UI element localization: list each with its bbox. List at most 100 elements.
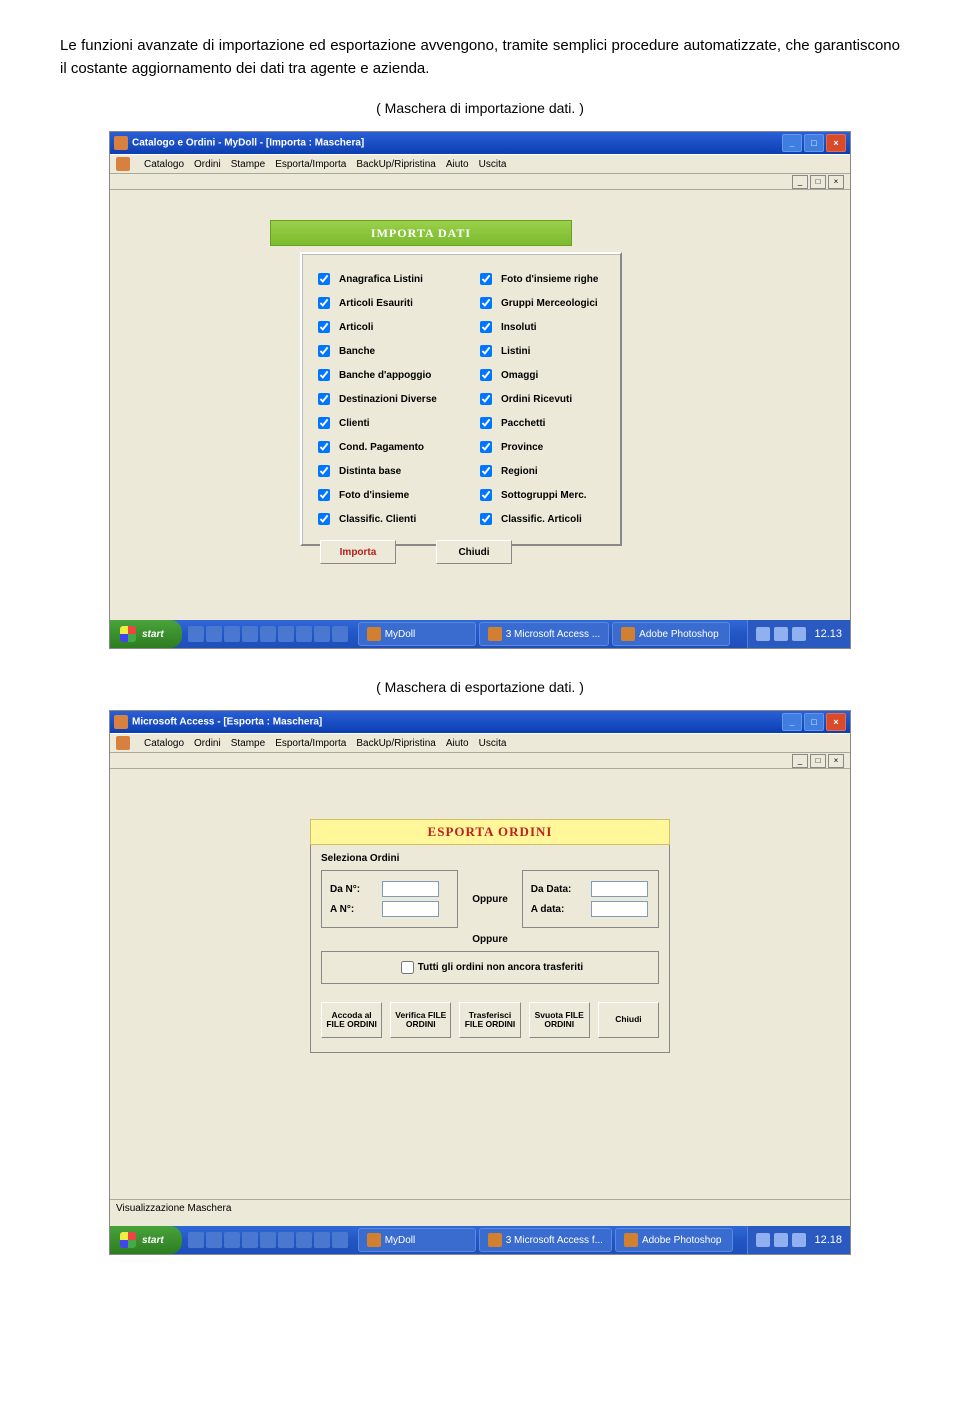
- ql-icon[interactable]: [314, 626, 330, 642]
- menu-backup[interactable]: BackUp/Ripristina: [356, 738, 435, 749]
- ql-icon[interactable]: [296, 626, 312, 642]
- chk-listini[interactable]: [480, 345, 492, 357]
- menu-backup[interactable]: BackUp/Ripristina: [356, 159, 435, 170]
- lbl-omaggi: Omaggi: [501, 370, 538, 381]
- mdi-minimize[interactable]: _: [792, 754, 808, 768]
- lbl-class-clienti: Classific. Clienti: [339, 514, 416, 525]
- start-button[interactable]: start: [110, 1226, 182, 1254]
- task-access[interactable]: 3 Microsoft Access ...: [479, 622, 609, 646]
- chk-destinazioni[interactable]: [318, 393, 330, 405]
- tray-icon[interactable]: [792, 627, 806, 641]
- chk-clienti[interactable]: [318, 417, 330, 429]
- chk-regioni[interactable]: [480, 465, 492, 477]
- ql-icon[interactable]: [206, 626, 222, 642]
- chk-articoli[interactable]: [318, 321, 330, 333]
- a-n-input[interactable]: [382, 901, 439, 917]
- da-data-input[interactable]: [591, 881, 648, 897]
- menu-esporta-importa[interactable]: Esporta/Importa: [275, 738, 346, 749]
- close-form-button[interactable]: Chiudi: [436, 540, 512, 564]
- ql-icon[interactable]: [224, 1232, 240, 1248]
- ql-icon[interactable]: [314, 1232, 330, 1248]
- ql-icon[interactable]: [242, 1232, 258, 1248]
- chk-gruppi[interactable]: [480, 297, 492, 309]
- btn-verifica[interactable]: Verifica FILE ORDINI: [390, 1002, 451, 1038]
- chk-province[interactable]: [480, 441, 492, 453]
- btn-accoda[interactable]: Accoda al FILE ORDINI: [321, 1002, 382, 1038]
- chk-foto[interactable]: [318, 489, 330, 501]
- minimize-button[interactable]: _: [782, 134, 802, 152]
- chk-class-clienti[interactable]: [318, 513, 330, 525]
- menu-esporta-importa[interactable]: Esporta/Importa: [275, 159, 346, 170]
- chk-esauriti[interactable]: [318, 297, 330, 309]
- a-data-input[interactable]: [591, 901, 648, 917]
- lbl-gruppi: Gruppi Merceologici: [501, 298, 598, 309]
- mdi-minimize[interactable]: _: [792, 175, 808, 189]
- import-button[interactable]: Importa: [320, 540, 396, 564]
- menu-aiuto[interactable]: Aiuto: [446, 159, 469, 170]
- start-button[interactable]: start: [110, 620, 182, 648]
- da-n-input[interactable]: [382, 881, 439, 897]
- menu-uscita[interactable]: Uscita: [479, 159, 507, 170]
- mdi-close[interactable]: ×: [828, 175, 844, 189]
- menu-catalogo[interactable]: Catalogo: [144, 159, 184, 170]
- ql-icon[interactable]: [260, 626, 276, 642]
- lbl-listini: Listini: [501, 346, 530, 357]
- mdi-restore[interactable]: □: [810, 175, 826, 189]
- btn-svuota[interactable]: Svuota FILE ORDINI: [529, 1002, 590, 1038]
- ql-icon[interactable]: [260, 1232, 276, 1248]
- ql-icon[interactable]: [278, 1232, 294, 1248]
- task-mydoll[interactable]: MyDoll: [358, 622, 476, 646]
- clock: 12.13: [814, 628, 842, 640]
- chk-banche[interactable]: [318, 345, 330, 357]
- chk-pagamento[interactable]: [318, 441, 330, 453]
- close-button[interactable]: ×: [826, 134, 846, 152]
- menu-uscita[interactable]: Uscita: [479, 738, 507, 749]
- tray-icon[interactable]: [756, 1233, 770, 1247]
- close-button[interactable]: ×: [826, 713, 846, 731]
- ql-icon[interactable]: [206, 1232, 222, 1248]
- ql-icon[interactable]: [332, 626, 348, 642]
- menu-stampe[interactable]: Stampe: [231, 738, 265, 749]
- tray-icon[interactable]: [774, 627, 788, 641]
- chk-banche-appoggio[interactable]: [318, 369, 330, 381]
- ql-icon[interactable]: [332, 1232, 348, 1248]
- task-photoshop[interactable]: Adobe Photoshop: [615, 1228, 733, 1252]
- ql-icon[interactable]: [188, 626, 204, 642]
- mdi-close[interactable]: ×: [828, 754, 844, 768]
- chk-tutti[interactable]: [401, 961, 414, 974]
- task-photoshop[interactable]: Adobe Photoshop: [612, 622, 730, 646]
- task-mydoll[interactable]: MyDoll: [358, 1228, 476, 1252]
- menu-stampe[interactable]: Stampe: [231, 159, 265, 170]
- chk-insoluti[interactable]: [480, 321, 492, 333]
- chk-foto-righe[interactable]: [480, 273, 492, 285]
- chk-distinta[interactable]: [318, 465, 330, 477]
- menu-aiuto[interactable]: Aiuto: [446, 738, 469, 749]
- chk-sottogruppi[interactable]: [480, 489, 492, 501]
- mdi-bar: _ □ ×: [110, 174, 850, 190]
- ql-icon[interactable]: [296, 1232, 312, 1248]
- tray-icon[interactable]: [774, 1233, 788, 1247]
- menu-ordini[interactable]: Ordini: [194, 738, 221, 749]
- caption-import: ( Maschera di importazione dati. ): [60, 100, 900, 116]
- chk-pacchetti[interactable]: [480, 417, 492, 429]
- btn-trasferisci[interactable]: Trasferisci FILE ORDINI: [459, 1002, 520, 1038]
- chk-ordini-ricevuti[interactable]: [480, 393, 492, 405]
- tray-icon[interactable]: [756, 627, 770, 641]
- menu-catalogo[interactable]: Catalogo: [144, 738, 184, 749]
- ql-icon[interactable]: [224, 626, 240, 642]
- chk-class-articoli[interactable]: [480, 513, 492, 525]
- export-panel-title: ESPORTA ORDINI: [310, 819, 670, 845]
- tray-icon[interactable]: [792, 1233, 806, 1247]
- ql-icon[interactable]: [278, 626, 294, 642]
- task-access[interactable]: 3 Microsoft Access f...: [479, 1228, 612, 1252]
- chk-anagrafica[interactable]: [318, 273, 330, 285]
- mdi-restore[interactable]: □: [810, 754, 826, 768]
- maximize-button[interactable]: □: [804, 713, 824, 731]
- ql-icon[interactable]: [188, 1232, 204, 1248]
- menu-ordini[interactable]: Ordini: [194, 159, 221, 170]
- chk-omaggi[interactable]: [480, 369, 492, 381]
- ql-icon[interactable]: [242, 626, 258, 642]
- minimize-button[interactable]: _: [782, 713, 802, 731]
- maximize-button[interactable]: □: [804, 134, 824, 152]
- btn-chiudi[interactable]: Chiudi: [598, 1002, 659, 1038]
